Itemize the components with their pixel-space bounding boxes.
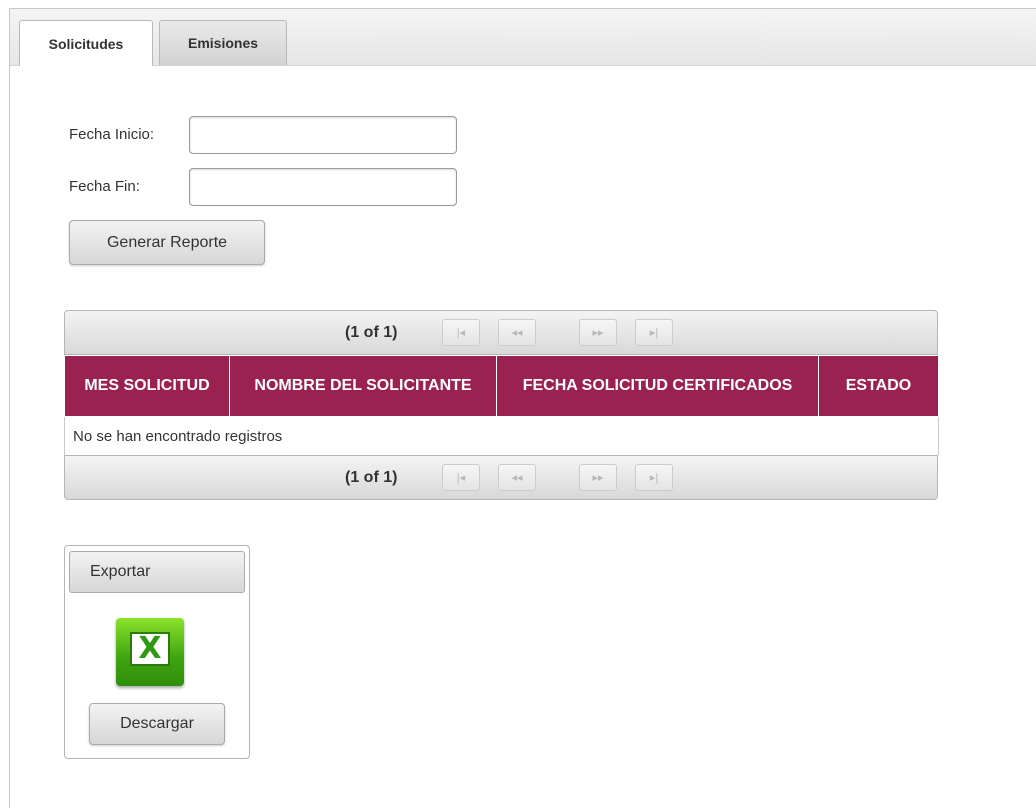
- tab-emisiones[interactable]: Emisiones: [159, 20, 287, 65]
- export-panel-header: Exportar: [69, 551, 245, 593]
- tab-bar: Solicitudes Emisiones: [10, 9, 1036, 66]
- excel-icon[interactable]: X: [116, 618, 184, 686]
- column-header-nombre-solicitante: NOMBRE DEL SOLICITANTE: [229, 355, 497, 417]
- tab-solicitudes[interactable]: Solicitudes: [19, 20, 153, 66]
- export-panel: Exportar X Descargar: [64, 545, 250, 759]
- column-header-mes-solicitud: MES SOLICITUD: [64, 355, 230, 417]
- paginator-bottom: (1 of 1) |◂ ◂◂ ▸▸ ▸|: [64, 455, 938, 500]
- fecha-inicio-input[interactable]: [189, 116, 457, 154]
- empty-message: No se han encontrado registros: [64, 416, 939, 455]
- last-page-icon[interactable]: ▸|: [635, 464, 673, 491]
- fecha-inicio-label: Fecha Inicio:: [69, 126, 155, 143]
- results-table: MES SOLICITUD NOMBRE DEL SOLICITANTE FEC…: [64, 355, 939, 455]
- column-header-estado: ESTADO: [818, 355, 939, 417]
- fecha-fin-label: Fecha Fin:: [69, 178, 140, 195]
- paginator-top: (1 of 1) |◂ ◂◂ ▸▸ ▸|: [64, 310, 938, 355]
- prev-page-icon[interactable]: ◂◂: [498, 464, 536, 491]
- generar-reporte-button[interactable]: Generar Reporte: [69, 220, 265, 265]
- next-page-icon[interactable]: ▸▸: [579, 319, 617, 346]
- first-page-icon[interactable]: |◂: [442, 464, 480, 491]
- first-page-icon[interactable]: |◂: [442, 319, 480, 346]
- page-report: (1 of 1): [345, 324, 398, 341]
- column-header-fecha-solicitud: FECHA SOLICITUD CERTIFICADOS: [496, 355, 819, 417]
- fecha-fin-input[interactable]: [189, 168, 457, 206]
- descargar-button[interactable]: Descargar: [89, 703, 225, 745]
- data-table: (1 of 1) |◂ ◂◂ ▸▸ ▸| MES SOLICITUD NOMBR…: [64, 310, 939, 500]
- page-report-bottom: (1 of 1): [345, 469, 398, 486]
- next-page-icon[interactable]: ▸▸: [579, 464, 617, 491]
- last-page-icon[interactable]: ▸|: [635, 319, 673, 346]
- table-row-empty: No se han encontrado registros: [64, 416, 939, 455]
- prev-page-icon[interactable]: ◂◂: [498, 319, 536, 346]
